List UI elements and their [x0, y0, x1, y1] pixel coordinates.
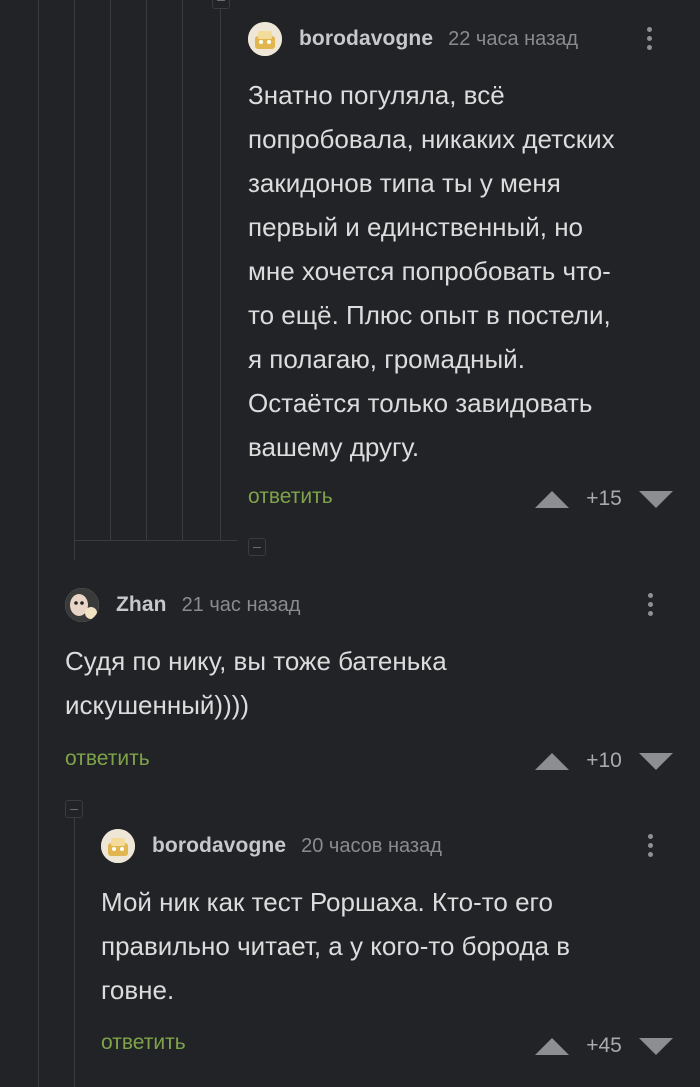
collapse-thread-button[interactable] — [212, 0, 230, 9]
reply-button[interactable]: ответить — [248, 485, 333, 509]
comment-score: +15 — [586, 487, 622, 510]
comment-timestamp[interactable]: 21 час назад — [182, 594, 301, 617]
reply-button[interactable]: ответить — [101, 1031, 186, 1055]
kebab-menu-icon[interactable] — [646, 27, 654, 54]
thread-line — [38, 0, 39, 1087]
arrow-up-icon[interactable] — [535, 752, 569, 770]
comment-author[interactable]: Zhan — [116, 593, 167, 617]
collapse-thread-button[interactable] — [248, 538, 266, 556]
thread-branch-line — [74, 540, 238, 541]
kebab-menu-icon[interactable] — [647, 593, 655, 620]
avatar-image — [248, 22, 282, 56]
comment-header: borodavogne 22 часа назад — [248, 19, 578, 59]
arrow-down-icon[interactable] — [639, 752, 673, 770]
comment-line: первый и единственный, но — [248, 212, 584, 242]
arrow-down-icon[interactable] — [639, 490, 673, 508]
comment-line: я полагаю, громадный. — [248, 344, 525, 374]
comment-line: вашему другу. — [248, 432, 420, 462]
comment-line: правильно читает, а у кого-то борода в — [101, 931, 571, 961]
vote-controls: +15 — [535, 487, 673, 511]
comment-line: Судя по нику, вы тоже батенька — [65, 646, 447, 676]
comment-text: Мой ник как тест Роршаха. Кто-то его пра… — [101, 880, 570, 1012]
avatar-image — [65, 588, 99, 622]
comment: borodavogne 20 часов назад Мой ник как т… — [101, 826, 688, 1076]
comment-text: Судя по нику, вы тоже батенька искушенны… — [65, 639, 447, 727]
comment-line: закидонов типа ты у меня — [248, 168, 561, 198]
avatar[interactable] — [65, 588, 99, 622]
comment-score: +45 — [586, 1034, 622, 1057]
thread-line — [74, 0, 75, 560]
thread-line — [182, 0, 183, 540]
comment: Zhan 21 час назад Судя по нику, вы тоже … — [65, 585, 687, 785]
comment-score: +10 — [586, 749, 622, 772]
kebab-menu-icon[interactable] — [647, 834, 655, 861]
comment-timestamp[interactable]: 22 часа назад — [448, 28, 578, 51]
vote-controls: +45 — [535, 1034, 673, 1058]
avatar[interactable] — [248, 22, 282, 56]
comment-line: то ещё. Плюс опыт в постели, — [248, 300, 611, 330]
comment-line: попробовала, никаких детских — [248, 124, 615, 154]
thread-line — [110, 0, 111, 540]
vote-controls: +10 — [535, 749, 673, 773]
avatar[interactable] — [101, 829, 135, 863]
thread-line — [146, 0, 147, 540]
arrow-up-icon[interactable] — [535, 490, 569, 508]
comment-line: говне. — [101, 975, 175, 1005]
comment-line: мне хочется попробовать что- — [248, 256, 611, 286]
comment: borodavogne 22 часа назад Знатно погулял… — [248, 19, 688, 519]
comment-author[interactable]: borodavogne — [152, 834, 286, 858]
comment-line: искушенный)))) — [65, 690, 250, 720]
comment-line: Остаётся только завидовать — [248, 388, 593, 418]
thread-line — [220, 0, 221, 540]
comment-header: borodavogne 20 часов назад — [101, 826, 442, 866]
reply-button[interactable]: ответить — [65, 747, 150, 771]
comment-header: Zhan 21 час назад — [65, 585, 300, 625]
arrow-up-icon[interactable] — [535, 1037, 569, 1055]
arrow-down-icon[interactable] — [639, 1037, 673, 1055]
collapse-thread-button[interactable] — [65, 800, 83, 818]
comment-line: Мой ник как тест Роршаха. Кто-то его — [101, 887, 553, 917]
thread-line — [74, 812, 75, 1087]
comment-line: Знатно погуляла, всё — [248, 80, 505, 110]
comment-text: Знатно погуляла, всё попробовала, никаки… — [248, 73, 615, 469]
avatar-image — [101, 829, 135, 863]
comment-author[interactable]: borodavogne — [299, 27, 433, 51]
comment-timestamp[interactable]: 20 часов назад — [301, 835, 442, 858]
